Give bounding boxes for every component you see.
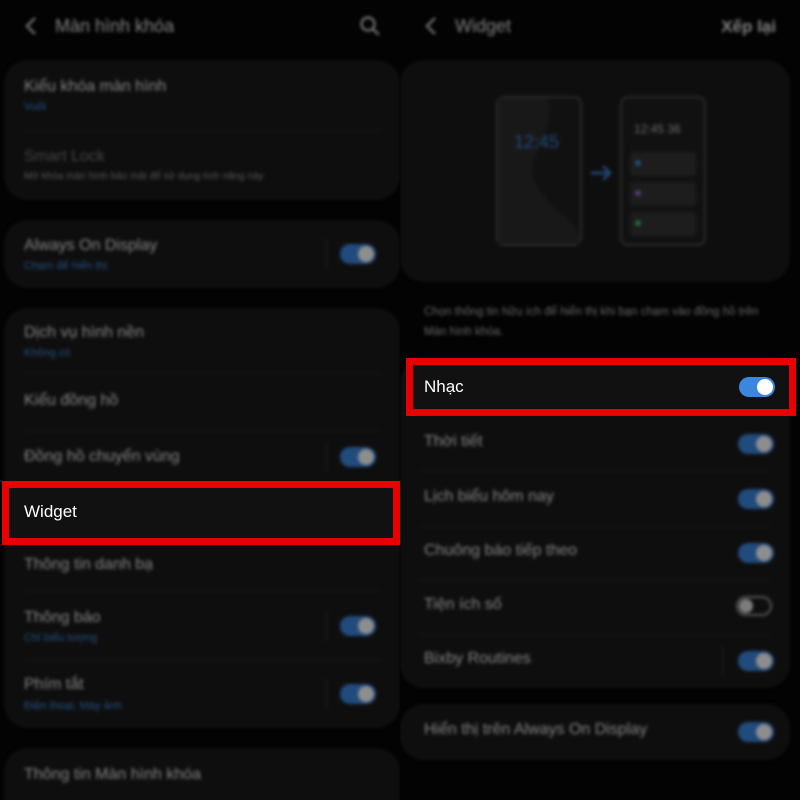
music-toggle[interactable]	[739, 377, 775, 397]
clock-style-row[interactable]: Kiểu đồng hồ	[4, 373, 400, 430]
widget-preview-card: 12:45 12:45 36	[400, 60, 790, 282]
preview-clock-before: 12:45	[514, 132, 560, 152]
right-header: Widget Xếp lại	[400, 0, 800, 52]
roaming-clock-toggle[interactable]	[340, 447, 376, 467]
aod-toggle[interactable]	[340, 244, 376, 264]
about-lock-screen-card: Thông tin Màn hình khóa	[4, 748, 400, 800]
widget-label: Widget	[24, 502, 77, 521]
today-schedule-toggle[interactable]	[738, 489, 774, 509]
digital-wellbeing-label: Tiện ích số	[424, 596, 502, 613]
reorder-button[interactable]: Xếp lại	[721, 17, 776, 37]
wallpaper-services-label: Dịch vụ hình nền	[24, 324, 145, 341]
about-lock-screen-row[interactable]: Thông tin Màn hình khóa	[4, 748, 400, 800]
show-on-aod-toggle[interactable]	[738, 722, 774, 742]
notifications-label: Thông báo	[24, 609, 101, 626]
show-on-aod-card: Hiển thị trên Always On Display	[400, 704, 790, 760]
back-arrow-icon[interactable]	[420, 14, 444, 38]
weather-toggle[interactable]	[738, 434, 774, 454]
separator	[326, 239, 327, 269]
show-on-aod-row[interactable]: Hiển thị trên Always On Display	[400, 704, 790, 760]
smart-lock-row: Smart Lock Mở khóa màn hình bảo mật để s…	[4, 130, 400, 200]
shortcuts-toggle[interactable]	[340, 684, 376, 704]
today-schedule-label: Lịch biểu hôm nay	[424, 488, 554, 505]
separator	[326, 611, 327, 641]
notifications-value: Chỉ biểu tượng	[24, 632, 98, 644]
wallpaper-services-row[interactable]: Dịch vụ hình nền Không có	[4, 308, 400, 373]
separator	[722, 646, 723, 676]
page-title: Màn hình khóa	[55, 16, 175, 36]
page-title: Widget	[455, 16, 512, 36]
notifications-toggle[interactable]	[340, 616, 376, 636]
phone-after-illustration: 12:45 36	[620, 96, 706, 246]
next-alarm-row[interactable]: Chuông báo tiếp theo	[400, 526, 790, 580]
preview-widget-3	[630, 212, 696, 236]
next-alarm-label: Chuông báo tiếp theo	[424, 542, 578, 559]
roaming-clock-label: Đồng hồ chuyển vùng	[24, 448, 180, 465]
smart-lock-label: Smart Lock	[24, 148, 105, 165]
music-label: Nhạc	[424, 377, 464, 396]
screen-lock-type-row[interactable]: Kiểu khóa màn hình Vuốt	[4, 60, 400, 130]
lock-type-card: Kiểu khóa màn hình Vuốt Smart Lock Mở kh…	[4, 60, 400, 200]
today-schedule-row[interactable]: Lịch biểu hôm nay	[400, 471, 790, 526]
screen-lock-type-label: Kiểu khóa màn hình	[24, 78, 167, 95]
show-on-aod-label: Hiển thị trên Always On Display	[424, 721, 648, 738]
clock-style-label: Kiểu đồng hồ	[24, 392, 119, 409]
search-icon[interactable]	[358, 14, 382, 38]
widget-row-highlighted[interactable]: Widget	[2, 481, 400, 545]
digital-wellbeing-row[interactable]: Tiện ích số	[400, 580, 790, 634]
aod-subtitle: Chạm để hiển thị	[24, 260, 108, 272]
bixby-routines-toggle[interactable]	[738, 651, 774, 671]
digital-wellbeing-toggle[interactable]	[736, 596, 772, 616]
left-header: Màn hình khóa	[0, 0, 400, 52]
lock-screen-content: Màn hình khóa Kiểu khóa màn hình Vuốt Sm…	[0, 0, 400, 800]
separator	[326, 442, 327, 472]
aod-label: Always On Display	[24, 237, 158, 254]
shortcuts-label: Phím tắt	[24, 676, 84, 693]
preview-widget-2	[630, 182, 696, 206]
screen-lock-type-value: Vuốt	[24, 101, 47, 113]
about-lock-screen-label: Thông tin Màn hình khóa	[24, 766, 202, 783]
separator	[326, 679, 327, 709]
preview-widget-1	[630, 152, 696, 176]
smart-lock-desc: Mở khóa màn hình bảo mật để sử dụng tính…	[24, 171, 264, 182]
music-row-highlighted[interactable]: Nhạc	[406, 358, 796, 416]
bixby-routines-label: Bixby Routines	[424, 650, 531, 667]
widget-description: Chọn thông tin hữu ích để hiển thị khi b…	[424, 306, 759, 338]
notifications-row[interactable]: Thông báo Chỉ biểu tượng	[4, 591, 400, 659]
lock-screen-settings-panel: Màn hình khóa Kiểu khóa màn hình Vuốt Sm…	[0, 0, 400, 800]
always-on-display-row[interactable]: Always On Display Chạm để hiển thị	[4, 220, 400, 288]
shortcuts-row[interactable]: Phím tắt Điện thoại, Máy ảnh	[4, 659, 400, 728]
shortcuts-value: Điện thoại, Máy ảnh	[24, 700, 122, 712]
wallpaper-services-value: Không có	[24, 347, 71, 359]
aod-card: Always On Display Chạm để hiển thị	[4, 220, 400, 288]
weather-row[interactable]: Thời tiết	[400, 416, 790, 471]
roaming-clock-row[interactable]: Đồng hồ chuyển vùng	[4, 430, 400, 485]
arrow-right-icon	[591, 165, 612, 181]
wave-shape-icon	[498, 98, 580, 244]
back-arrow-icon[interactable]	[20, 14, 44, 38]
phone-before-illustration: 12:45	[496, 96, 582, 246]
widget-settings-panel: Widget Xếp lại 12:45 12:45 36 Chọn thông…	[400, 0, 800, 800]
preview-clock-after: 12:45 36	[634, 122, 681, 136]
bixby-routines-row[interactable]: Bixby Routines	[400, 634, 790, 688]
weather-label: Thời tiết	[424, 433, 483, 450]
next-alarm-toggle[interactable]	[738, 543, 774, 563]
contact-info-label: Thông tin danh bạ	[24, 556, 153, 573]
